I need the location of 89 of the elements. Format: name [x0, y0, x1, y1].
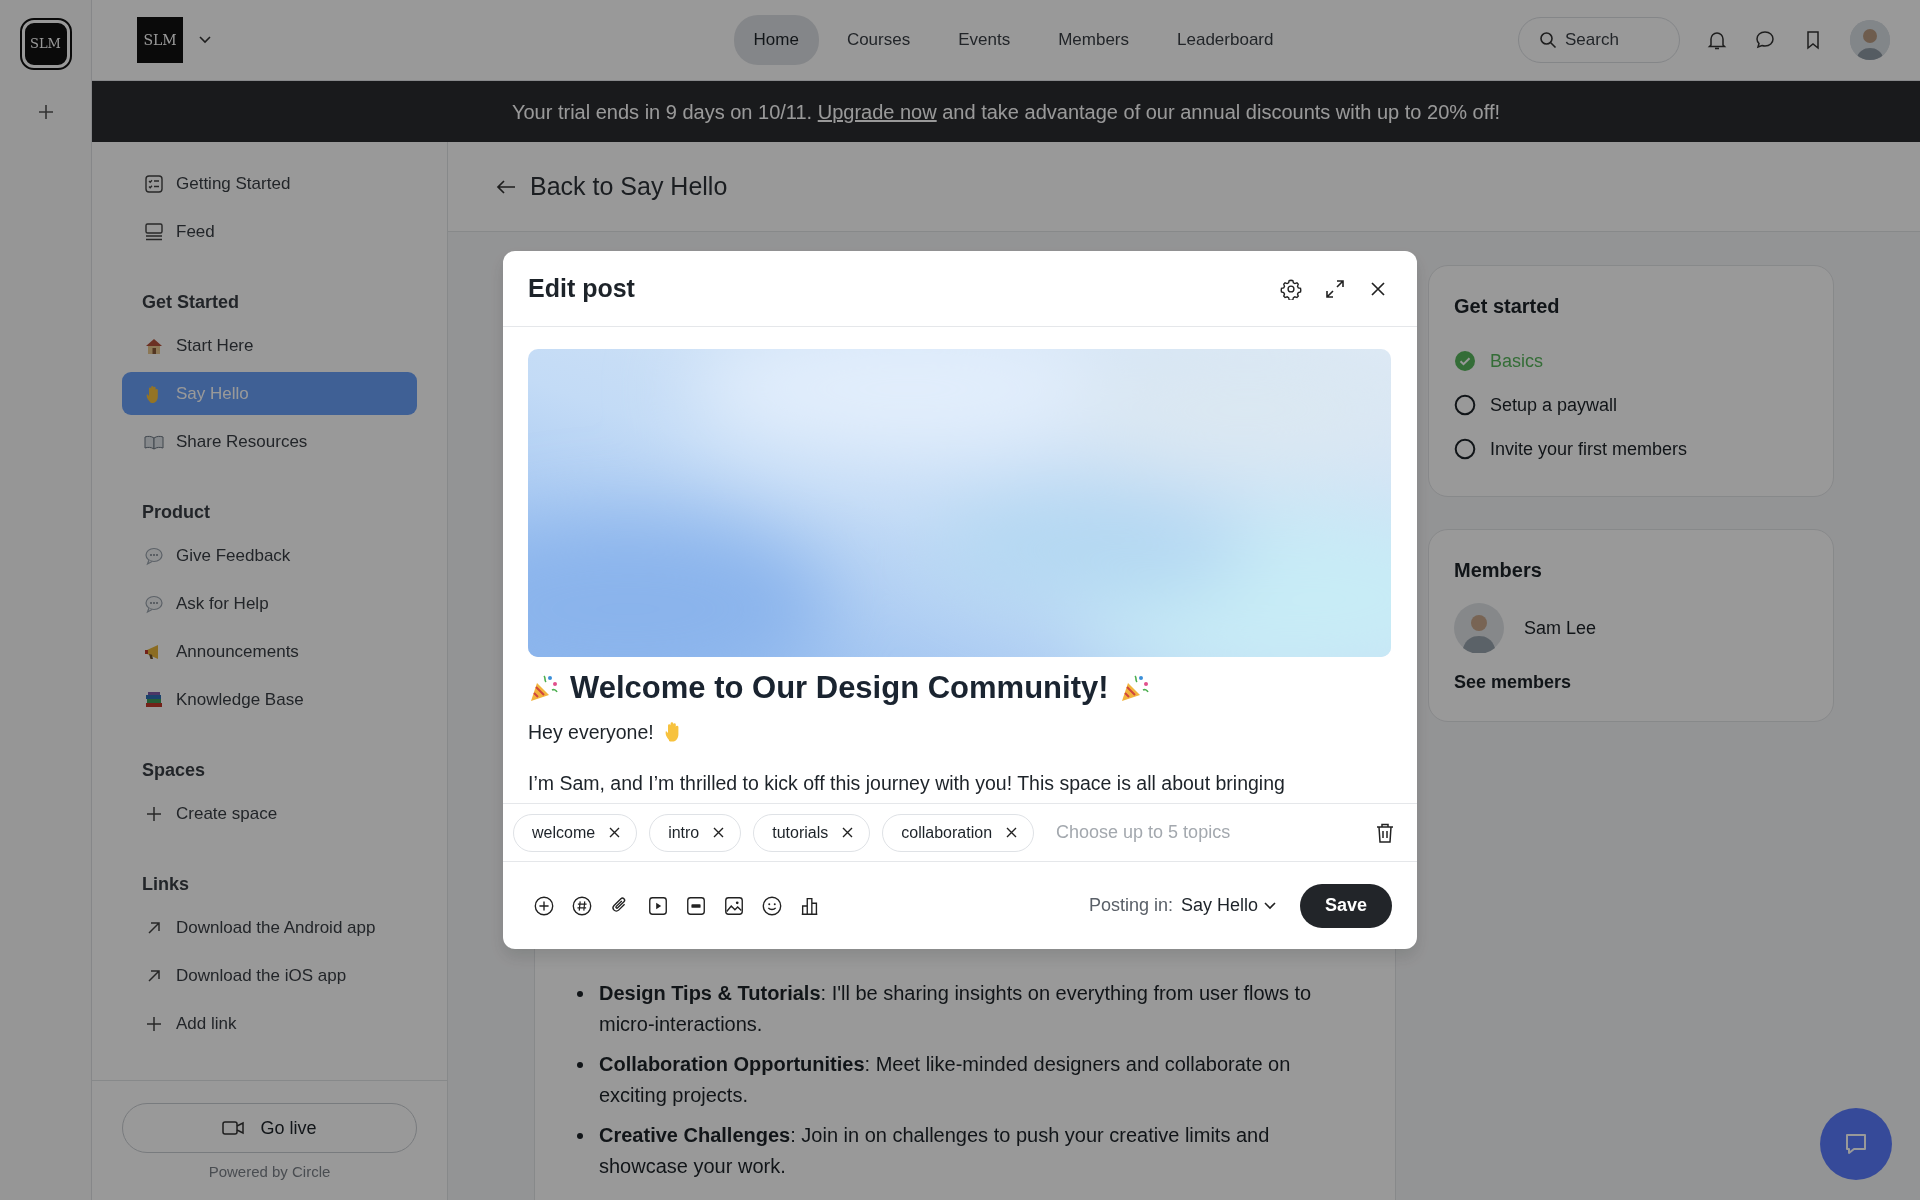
speech-bubble-icon	[144, 545, 164, 566]
bullet-dot	[577, 1062, 583, 1068]
close-icon	[713, 827, 725, 838]
bullet-text: Creative Challenges: Join in on challenges to push your creative limits and showcase your work.	[599, 1123, 1271, 1179]
topic-chip[interactable]: intro	[649, 813, 742, 852]
community-logo[interactable]: SLM	[137, 17, 183, 63]
greeting-text: Hey everyone!	[528, 720, 654, 745]
sidebar-section-title: Product	[142, 500, 210, 524]
upgrade-link[interactable]: Upgrade now	[817, 100, 937, 123]
search-placeholder: Search	[1565, 29, 1619, 52]
sidebar-item[interactable]: Download the Android app	[122, 906, 417, 949]
toolbar-button[interactable]	[723, 894, 745, 917]
dialog-title: Edit post	[528, 273, 635, 302]
feed-icon	[144, 221, 164, 242]
chevron-down-icon[interactable]	[199, 36, 211, 44]
video-camera-icon	[222, 1120, 245, 1136]
sidebar-item[interactable]: Feed	[122, 210, 417, 253]
post-paragraph: I’m Sam, and I’m thrilled to kick off this journey with you! This space is all about bringing	[528, 772, 1285, 794]
close-icon	[842, 827, 854, 838]
party-popper-icon	[528, 672, 560, 704]
toolbar-button[interactable]	[533, 894, 555, 917]
toolbar-button[interactable]	[571, 894, 593, 917]
hashtag-icon	[571, 894, 593, 917]
remove-topic-button[interactable]	[713, 827, 725, 838]
search-icon	[1539, 31, 1557, 49]
close-icon	[1006, 827, 1018, 838]
bell-icon[interactable]	[1706, 29, 1728, 51]
trash-icon	[1375, 821, 1395, 844]
sidebar-item[interactable]: Knowledge Base	[122, 678, 417, 721]
checklist-item: Setup a paywall	[1490, 393, 1618, 417]
trial-banner-text: Your trial ends in 9 days on 10/11. Upgrade now and take advantage of our annual discounts with up to 20% off!	[511, 99, 1501, 125]
back-link[interactable]: Back to Say Hello	[496, 167, 728, 206]
expand-icon	[1324, 277, 1346, 300]
sidebar-item[interactable]: Announcements	[122, 630, 417, 673]
toolbar-button[interactable]	[647, 894, 669, 917]
smiley-icon	[761, 894, 783, 917]
sidebar-section-title: Get Started	[142, 290, 240, 314]
chevron-down-icon	[1264, 901, 1276, 910]
bullet-text: Design Tips & Tutorials: I'll be sharing insights on everything from user flows to micro-interactions.	[599, 981, 1313, 1037]
plus-icon[interactable]	[36, 103, 55, 121]
back-arrow-icon	[496, 178, 516, 195]
settings-icon	[1280, 277, 1302, 300]
sidebar-item[interactable]: Share Resources	[122, 420, 417, 463]
remove-topic-button[interactable]	[609, 827, 621, 838]
checklist-icon	[144, 173, 164, 194]
sidebar-item[interactable]: Getting Started	[122, 162, 417, 205]
remove-topic-button[interactable]	[1006, 827, 1018, 838]
sidebar-item[interactable]: Add link	[122, 1002, 417, 1045]
member-name: Sam Lee	[1524, 616, 1597, 640]
checklist-item: Basics	[1490, 349, 1543, 373]
bullet-text: Collaboration Opportunities: Meet like-minded designers and collaborate on exciting projects.	[599, 1052, 1292, 1108]
nav-tab[interactable]: Events	[938, 15, 1031, 65]
remove-topic-button[interactable]	[842, 827, 854, 838]
add-icon	[533, 894, 555, 917]
nav-tab[interactable]: Members	[1038, 15, 1150, 65]
space-selector[interactable]: Say Hello	[1180, 892, 1276, 919]
card-title: Members	[1454, 559, 1542, 581]
sidebar-section-title: Spaces	[142, 758, 206, 782]
nav-tab[interactable]: Home	[733, 15, 819, 65]
avatar-icon	[1454, 603, 1504, 653]
speech-bubble-icon	[144, 593, 164, 614]
nav-tab[interactable]: Courses	[826, 15, 931, 65]
see-members-link[interactable]: See members	[1454, 669, 1572, 696]
topic-chip[interactable]: tutorials	[753, 813, 871, 852]
books-icon	[144, 689, 164, 710]
chat-icon[interactable]	[1754, 29, 1776, 51]
sidebar-item[interactable]: Ask for Help	[122, 582, 417, 625]
posting-in-label: Posting in:	[1088, 894, 1173, 917]
card-title: Get started	[1454, 295, 1560, 317]
bullet-dot	[577, 1133, 583, 1139]
sidebar-item[interactable]: Give Feedback	[122, 534, 417, 577]
topic-chip[interactable]: welcome	[513, 813, 638, 852]
post-title: Welcome to Our Design Community!	[570, 669, 1109, 707]
sidebar-item[interactable]: Create space	[122, 792, 417, 835]
sidebar-item[interactable]: Start Here	[122, 324, 417, 367]
close-icon	[609, 827, 621, 838]
video-icon	[647, 894, 669, 917]
topic-chip[interactable]: collaboration	[882, 813, 1035, 852]
nav-tab[interactable]: Leaderboard	[1157, 15, 1294, 65]
sidebar-item[interactable]: Download the iOS app	[122, 954, 417, 997]
image-icon	[723, 894, 745, 917]
toolbar-button[interactable]	[761, 894, 783, 917]
save-button[interactable]: Save	[1300, 883, 1392, 928]
powered-by-text: Powered by Circle	[208, 1163, 331, 1180]
bullet-dot	[577, 991, 583, 997]
community-logo[interactable]: SLM	[21, 20, 70, 68]
go-live-button[interactable]: Go live	[122, 1103, 417, 1153]
sidebar-section-title: Links	[142, 872, 189, 896]
checklist-item: Invite your first members	[1490, 437, 1688, 461]
